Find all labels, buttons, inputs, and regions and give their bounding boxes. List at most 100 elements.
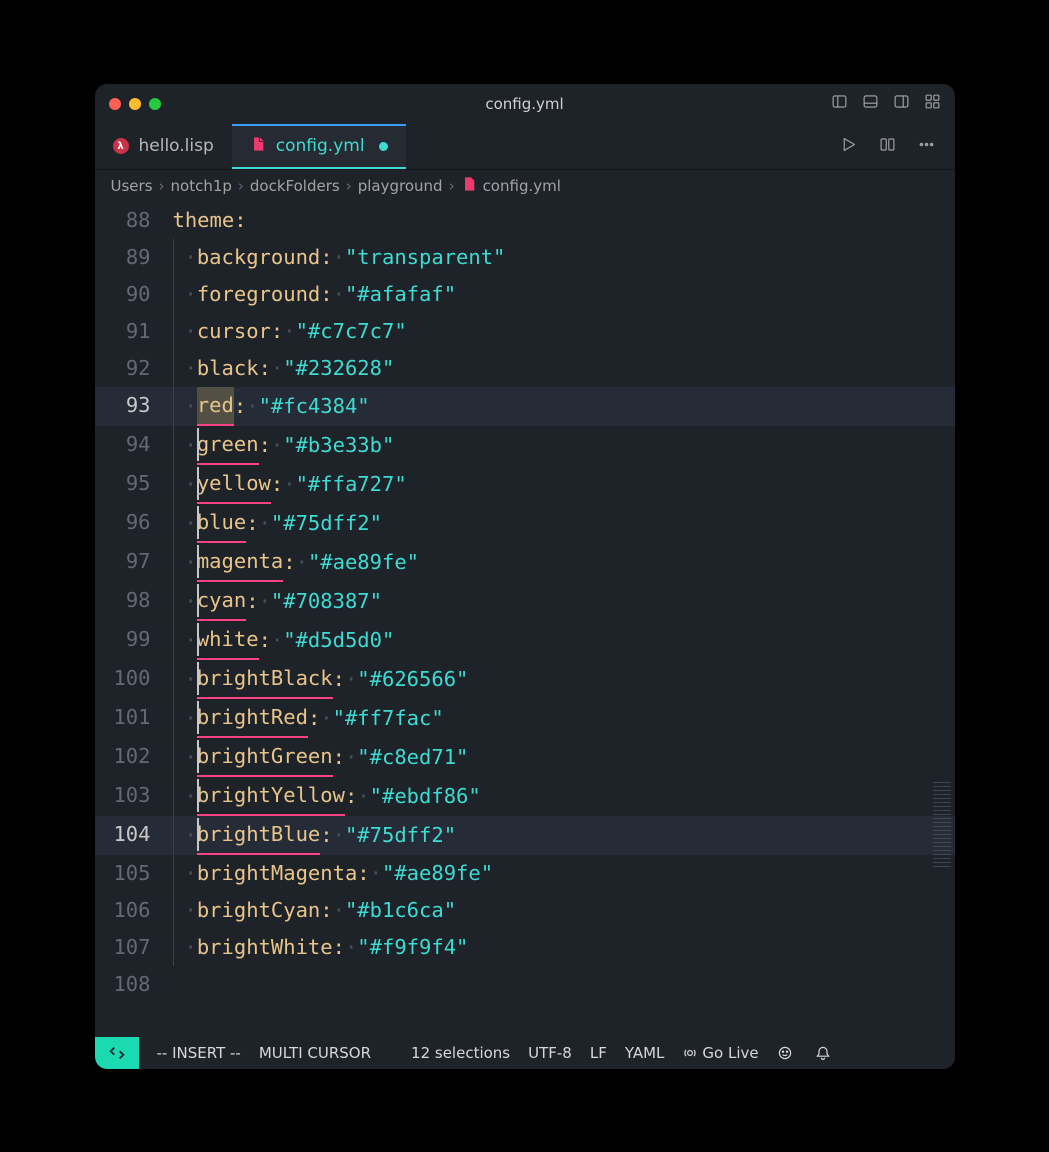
chevron-right-icon: › — [346, 177, 352, 195]
code-line[interactable]: 108 — [95, 966, 955, 1003]
line-number: 104 — [95, 816, 173, 855]
toggle-secondary-sidebar-icon[interactable] — [893, 93, 910, 114]
line-content[interactable]: ·brightWhite:·"#f9f9f4" — [173, 929, 469, 966]
line-number: 101 — [95, 699, 173, 738]
line-number: 95 — [95, 465, 173, 504]
code-line[interactable]: 94·green:·"#b3e33b" — [95, 426, 955, 465]
line-number: 103 — [95, 777, 173, 816]
line-number: 106 — [95, 892, 173, 929]
code-line[interactable]: 101·brightRed:·"#ff7fac" — [95, 699, 955, 738]
code-line[interactable]: 104·brightBlue:·"#75dff2" — [95, 816, 955, 855]
line-number: 107 — [95, 929, 173, 966]
line-number: 98 — [95, 582, 173, 621]
line-number: 97 — [95, 543, 173, 582]
run-icon[interactable] — [840, 136, 857, 157]
line-content[interactable]: ·yellow:·"#ffa727" — [173, 465, 407, 504]
line-number: 94 — [95, 426, 173, 465]
vim-mode: -- INSERT -- — [157, 1044, 241, 1062]
tab-label: hello.lisp — [139, 136, 214, 156]
line-content[interactable]: ·blue:·"#75dff2" — [173, 504, 383, 543]
feedback-icon[interactable] — [777, 1044, 797, 1062]
line-number: 93 — [95, 387, 173, 426]
zoom-button[interactable] — [149, 98, 161, 110]
breadcrumb-file[interactable]: config.yml — [483, 177, 561, 195]
close-button[interactable] — [109, 98, 121, 110]
layout-grid-icon[interactable] — [924, 93, 941, 114]
code-line[interactable]: 99·white:·"#d5d5d0" — [95, 621, 955, 660]
line-content[interactable]: ·background:·"transparent" — [173, 239, 506, 276]
unsaved-dot-icon — [379, 142, 388, 151]
split-editor-icon[interactable] — [879, 136, 896, 157]
line-number: 108 — [95, 966, 173, 1003]
remote-button[interactable] — [95, 1037, 139, 1069]
breadcrumb-segment[interactable]: Users — [111, 177, 153, 195]
line-content[interactable]: ·foreground:·"#afafaf" — [173, 276, 457, 313]
code-line[interactable]: 102·brightGreen:·"#c8ed71" — [95, 738, 955, 777]
multi-cursor-status: MULTI CURSOR — [259, 1044, 371, 1062]
line-content[interactable]: ·brightCyan:·"#b1c6ca" — [173, 892, 457, 929]
chevron-right-icon: › — [449, 177, 455, 195]
code-line[interactable]: 106·brightCyan:·"#b1c6ca" — [95, 892, 955, 929]
toggle-panel-icon[interactable] — [862, 93, 879, 114]
breadcrumb-segment[interactable]: dockFolders — [250, 177, 340, 195]
line-content[interactable]: theme: — [173, 202, 247, 239]
editor-window: config.yml λ hello.lisp config.yml User — [95, 84, 955, 1069]
line-number: 105 — [95, 855, 173, 892]
chevron-right-icon: › — [159, 177, 165, 195]
eol-status[interactable]: LF — [590, 1044, 607, 1062]
code-line[interactable]: 103·brightYellow:·"#ebdf86" — [95, 777, 955, 816]
more-actions-icon[interactable] — [918, 136, 935, 157]
tab-hello-lisp[interactable]: λ hello.lisp — [95, 124, 232, 169]
minimap[interactable] — [933, 782, 951, 867]
selections-status[interactable]: 12 selections — [411, 1044, 510, 1062]
status-bar: -- INSERT -- MULTI CURSOR 12 selections … — [95, 1037, 955, 1069]
code-line[interactable]: 97·magenta:·"#ae89fe" — [95, 543, 955, 582]
line-content[interactable]: ·white:·"#d5d5d0" — [173, 621, 395, 660]
go-live-button[interactable]: Go Live — [682, 1044, 758, 1062]
code-line[interactable]: 96·blue:·"#75dff2" — [95, 504, 955, 543]
window-title: config.yml — [95, 95, 955, 113]
yml-file-icon — [461, 176, 477, 196]
encoding-status[interactable]: UTF-8 — [528, 1044, 572, 1062]
line-content[interactable]: ·brightRed:·"#ff7fac" — [173, 699, 444, 738]
window-controls — [109, 98, 161, 110]
toggle-primary-sidebar-icon[interactable] — [831, 93, 848, 114]
lisp-file-icon: λ — [113, 138, 129, 154]
line-number: 91 — [95, 313, 173, 350]
code-editor[interactable]: 88theme:89·background:·"transparent"90·f… — [95, 202, 955, 1037]
tab-label: config.yml — [276, 136, 365, 156]
language-mode[interactable]: YAML — [625, 1044, 665, 1062]
code-line[interactable]: 92·black:·"#232628" — [95, 350, 955, 387]
line-content[interactable]: ·green:·"#b3e33b" — [173, 426, 395, 465]
line-content[interactable]: ·brightBlack:·"#626566" — [173, 660, 469, 699]
breadcrumb-segment[interactable]: playground — [358, 177, 443, 195]
breadcrumb-segment[interactable]: notch1p — [171, 177, 232, 195]
minimize-button[interactable] — [129, 98, 141, 110]
yml-file-icon — [250, 136, 266, 157]
line-content[interactable]: ·red:·"#fc4384" — [173, 387, 370, 426]
line-number: 92 — [95, 350, 173, 387]
code-line[interactable]: 91·cursor:·"#c7c7c7" — [95, 313, 955, 350]
code-line[interactable]: 90·foreground:·"#afafaf" — [95, 276, 955, 313]
line-content[interactable]: ·brightGreen:·"#c8ed71" — [173, 738, 469, 777]
code-line[interactable]: 88theme: — [95, 202, 955, 239]
line-number: 89 — [95, 239, 173, 276]
tab-config-yml[interactable]: config.yml — [232, 124, 406, 169]
line-content[interactable]: ·brightMagenta:·"#ae89fe" — [173, 855, 494, 892]
line-content[interactable]: ·magenta:·"#ae89fe" — [173, 543, 420, 582]
code-line[interactable]: 105·brightMagenta:·"#ae89fe" — [95, 855, 955, 892]
code-line[interactable]: 98·cyan:·"#708387" — [95, 582, 955, 621]
code-line[interactable]: 95·yellow:·"#ffa727" — [95, 465, 955, 504]
code-line[interactable]: 93·red:·"#fc4384" — [95, 387, 955, 426]
code-line[interactable]: 100·brightBlack:·"#626566" — [95, 660, 955, 699]
line-content[interactable]: ·cyan:·"#708387" — [173, 582, 383, 621]
line-content[interactable]: ·brightBlue:·"#75dff2" — [173, 816, 457, 855]
line-content[interactable]: ·black:·"#232628" — [173, 350, 395, 387]
notifications-icon[interactable] — [815, 1044, 835, 1062]
code-line[interactable]: 89·background:·"transparent" — [95, 239, 955, 276]
breadcrumb[interactable]: Users › notch1p › dockFolders › playgrou… — [95, 170, 955, 202]
line-content[interactable]: ·cursor:·"#c7c7c7" — [173, 313, 407, 350]
code-line[interactable]: 107·brightWhite:·"#f9f9f4" — [95, 929, 955, 966]
line-content[interactable]: ·brightYellow:·"#ebdf86" — [173, 777, 481, 816]
chevron-right-icon: › — [238, 177, 244, 195]
